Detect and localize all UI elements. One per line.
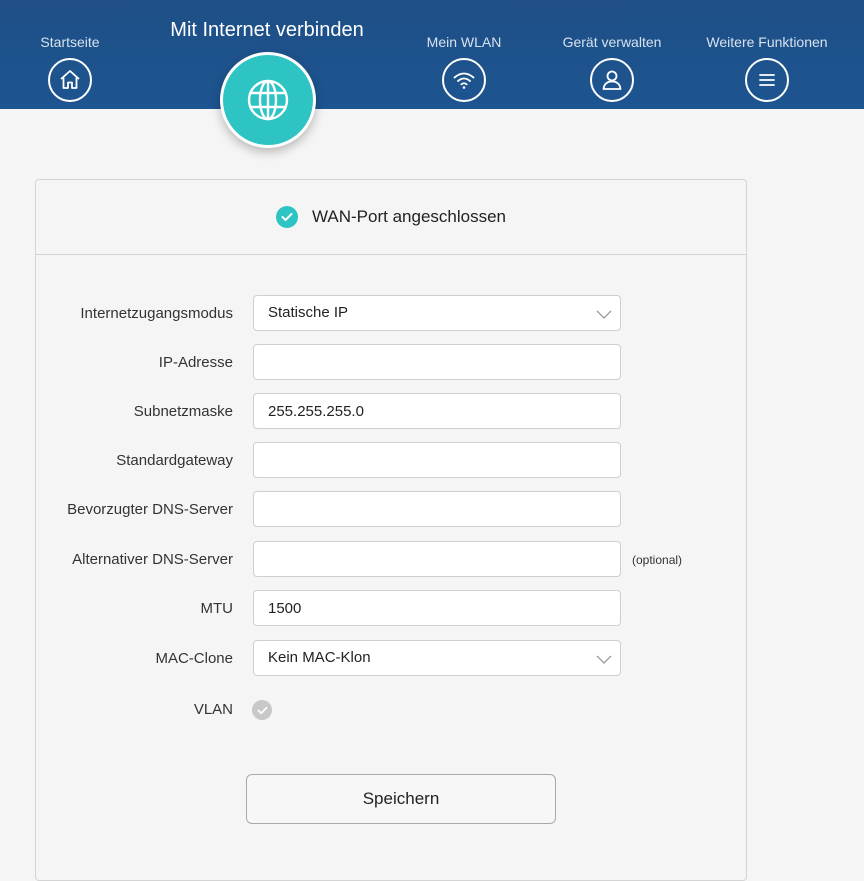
- mac-clone-select[interactable]: Kein MAC-Klon: [253, 640, 621, 676]
- nav-label-startseite: Startseite: [40, 34, 100, 50]
- dns-primary-row: Bevorzugter DNS-Server: [36, 491, 746, 529]
- wan-status-text: WAN-Port angeschlossen: [311, 207, 506, 226]
- gateway-label: Standardgateway: [116, 452, 233, 469]
- check-circle-icon: [275, 206, 298, 228]
- access-mode-row: Internetzugangsmodus Statische IP: [36, 295, 746, 333]
- vlan-label: VLAN: [193, 701, 233, 718]
- vlan-row: VLAN: [36, 691, 746, 729]
- wan-status-header: WAN-Port angeschlossen: [36, 180, 746, 255]
- nav-label-internet: Mit Internet verbinden: [170, 19, 364, 41]
- mac-clone-value: Kein MAC-Klon: [268, 649, 371, 666]
- dns-primary-label: Bevorzugter DNS-Server: [67, 501, 233, 518]
- mtu-row: MTU: [36, 590, 746, 628]
- gateway-input[interactable]: [253, 442, 621, 478]
- home-icon[interactable]: [48, 58, 92, 102]
- mac-clone-row: MAC-Clone Kein MAC-Klon: [36, 640, 746, 678]
- chevron-down-icon: [596, 655, 612, 664]
- globe-icon[interactable]: [220, 52, 316, 148]
- ip-address-row: IP-Adresse: [36, 344, 746, 382]
- dns-alternate-label: Alternativer DNS-Server: [72, 551, 233, 568]
- dns-alternate-input[interactable]: [253, 541, 621, 577]
- optional-hint: (optional): [632, 553, 683, 567]
- mac-clone-label: MAC-Clone: [155, 650, 233, 667]
- dns-primary-input[interactable]: [253, 491, 621, 527]
- gateway-row: Standardgateway: [36, 442, 746, 480]
- menu-icon[interactable]: [745, 58, 789, 102]
- user-icon[interactable]: [590, 58, 634, 102]
- nav-label-weitere-funktionen: Weitere Funktionen: [706, 34, 828, 50]
- subnet-mask-label: Subnetzmaske: [133, 403, 233, 420]
- access-mode-label: Internetzugangsmodus: [80, 305, 233, 322]
- access-mode-select[interactable]: Statische IP: [253, 295, 621, 331]
- subnet-mask-input[interactable]: [253, 393, 621, 429]
- dns-alternate-row: Alternativer DNS-Server (optional): [36, 541, 746, 579]
- wifi-icon[interactable]: [442, 58, 486, 102]
- wan-settings-card: WAN-Port angeschlossen Internetzugangsmo…: [35, 179, 747, 881]
- top-navigation-bar: Startseite Mit Internet verbinden Mein W…: [0, 0, 864, 148]
- access-mode-value: Statische IP: [268, 304, 349, 321]
- vlan-checkbox[interactable]: [252, 700, 272, 720]
- mtu-label: MTU: [200, 600, 234, 617]
- ip-address-label: IP-Adresse: [158, 354, 233, 371]
- subnet-mask-row: Subnetzmaske: [36, 393, 746, 431]
- save-button[interactable]: Speichern: [246, 774, 556, 824]
- nav-label-mein-wlan: Mein WLAN: [426, 34, 502, 50]
- chevron-down-icon: [596, 310, 612, 319]
- check-icon: [257, 706, 267, 714]
- ip-address-input[interactable]: [253, 344, 621, 380]
- mtu-input[interactable]: [253, 590, 621, 626]
- nav-label-geraet-verwalten: Gerät verwalten: [562, 34, 662, 50]
